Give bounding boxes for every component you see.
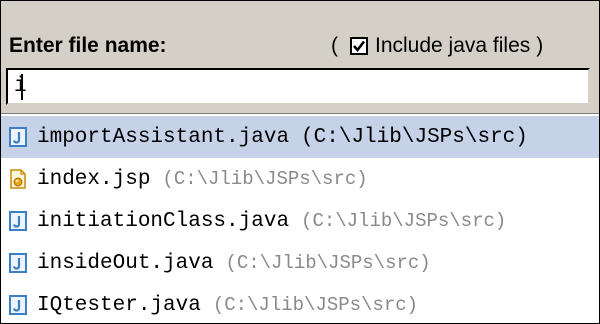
include-java-checkbox[interactable]: [350, 37, 368, 55]
result-row[interactable]: index.jsp (C:\Jlib\JSPs\src): [1, 158, 599, 200]
result-path: (C:\Jlib\JSPs\src): [301, 125, 528, 149]
result-filename: index.jsp: [37, 167, 151, 191]
dialog-title: Enter file name:: [9, 34, 167, 57]
results-list: importAssistant.java (C:\Jlib\JSPs\src) …: [1, 116, 599, 323]
file-finder-popup: Enter file name: ( Include java files ) …: [0, 0, 600, 324]
java-file-icon: [9, 127, 27, 147]
result-filename: initiationClass.java: [37, 209, 290, 233]
result-path: (C:\Jlib\JSPs\src): [301, 210, 507, 232]
java-file-icon: [9, 295, 27, 315]
result-filename: importAssistant.java: [37, 125, 290, 149]
header-panel: Enter file name: ( Include java files ): [1, 1, 599, 114]
include-java-option: ( Include java files ): [331, 34, 543, 58]
java-file-icon: [9, 211, 27, 231]
result-path: (C:\Jlib\JSPs\src): [162, 168, 368, 190]
result-row[interactable]: insideOut.java (C:\Jlib\JSPs\src): [1, 242, 599, 284]
open-paren: (: [331, 34, 338, 57]
result-row[interactable]: importAssistant.java (C:\Jlib\JSPs\src): [1, 116, 599, 158]
jsp-file-icon: [10, 169, 26, 189]
file-name-input[interactable]: [6, 68, 590, 105]
result-row[interactable]: IQtester.java (C:\Jlib\JSPs\src): [1, 284, 599, 323]
include-java-label[interactable]: Include java files: [375, 34, 530, 58]
java-file-icon: [9, 253, 27, 273]
result-row[interactable]: initiationClass.java (C:\Jlib\JSPs\src): [1, 200, 599, 242]
checkmark-icon: [353, 40, 366, 53]
result-path: (C:\Jlib\JSPs\src): [212, 294, 419, 316]
result-filename: insideOut.java: [37, 251, 214, 275]
result-filename: IQtester.java: [37, 293, 201, 317]
close-paren: ): [536, 34, 544, 57]
result-path: (C:\Jlib\JSPs\src): [225, 252, 431, 274]
text-caret: [21, 74, 23, 100]
